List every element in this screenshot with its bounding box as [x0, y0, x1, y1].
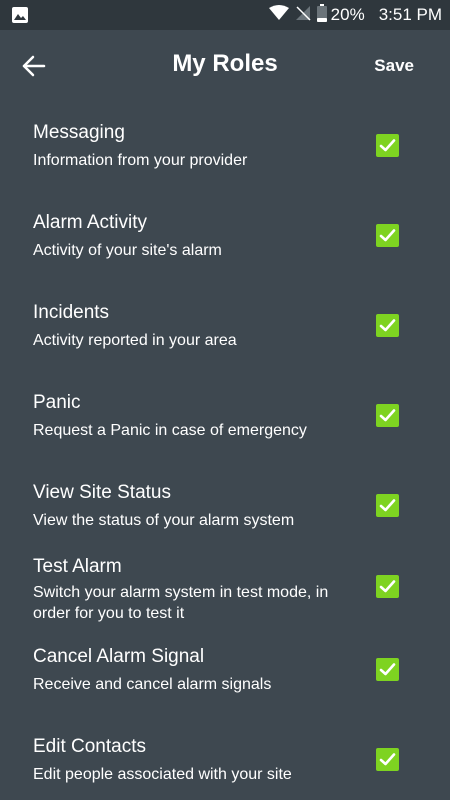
role-checkbox[interactable]: [376, 748, 399, 771]
role-checkbox[interactable]: [376, 314, 399, 337]
role-description: Switch your alarm system in test mode, i…: [33, 584, 329, 622]
role-title: Cancel Alarm Signal: [33, 646, 205, 667]
app-bar: My Roles Save: [0, 30, 450, 102]
role-title: View Site Status: [33, 482, 172, 503]
image-icon: [12, 7, 28, 23]
role-description: Information from your provider: [33, 152, 248, 169]
role-checkbox[interactable]: [376, 575, 399, 598]
role-checkbox[interactable]: [376, 224, 399, 247]
role-title: Alarm Activity: [33, 212, 148, 233]
role-title: Edit Contacts: [33, 736, 146, 757]
role-checkbox[interactable]: [376, 658, 399, 681]
save-button[interactable]: Save: [374, 56, 414, 76]
role-checkbox[interactable]: [376, 134, 399, 157]
role-title: Panic: [33, 392, 81, 413]
role-title: Messaging: [33, 122, 125, 143]
role-title: Test Alarm: [33, 556, 122, 577]
role-description: Edit people associated with your site: [33, 766, 292, 783]
role-checkbox[interactable]: [376, 404, 399, 427]
role-description: Activity of your site's alarm: [33, 242, 222, 259]
role-checkbox[interactable]: [376, 494, 399, 517]
battery-icon: [316, 3, 327, 27]
role-description: Request a Panic in case of emergency: [33, 422, 307, 439]
role-description: Activity reported in your area: [33, 332, 237, 349]
role-description: Receive and cancel alarm signals: [33, 676, 272, 693]
status-bar: 20% 3:51 PM: [0, 0, 450, 30]
no-signal-icon: [295, 5, 311, 26]
clock: 3:51 PM: [378, 5, 442, 24]
wifi-icon: [268, 4, 289, 26]
role-description: View the status of your alarm system: [33, 512, 295, 529]
role-title: Incidents: [33, 302, 110, 323]
battery-percent: 20%: [330, 5, 365, 24]
